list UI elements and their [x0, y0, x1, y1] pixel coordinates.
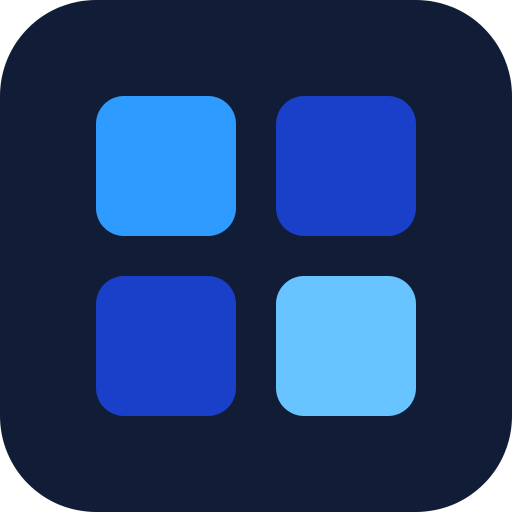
bottom-left-tile	[96, 276, 236, 416]
top-right-tile	[276, 96, 416, 236]
bottom-right-tile	[276, 276, 416, 416]
top-left-tile	[96, 96, 236, 236]
app-grid-icon	[0, 0, 512, 512]
